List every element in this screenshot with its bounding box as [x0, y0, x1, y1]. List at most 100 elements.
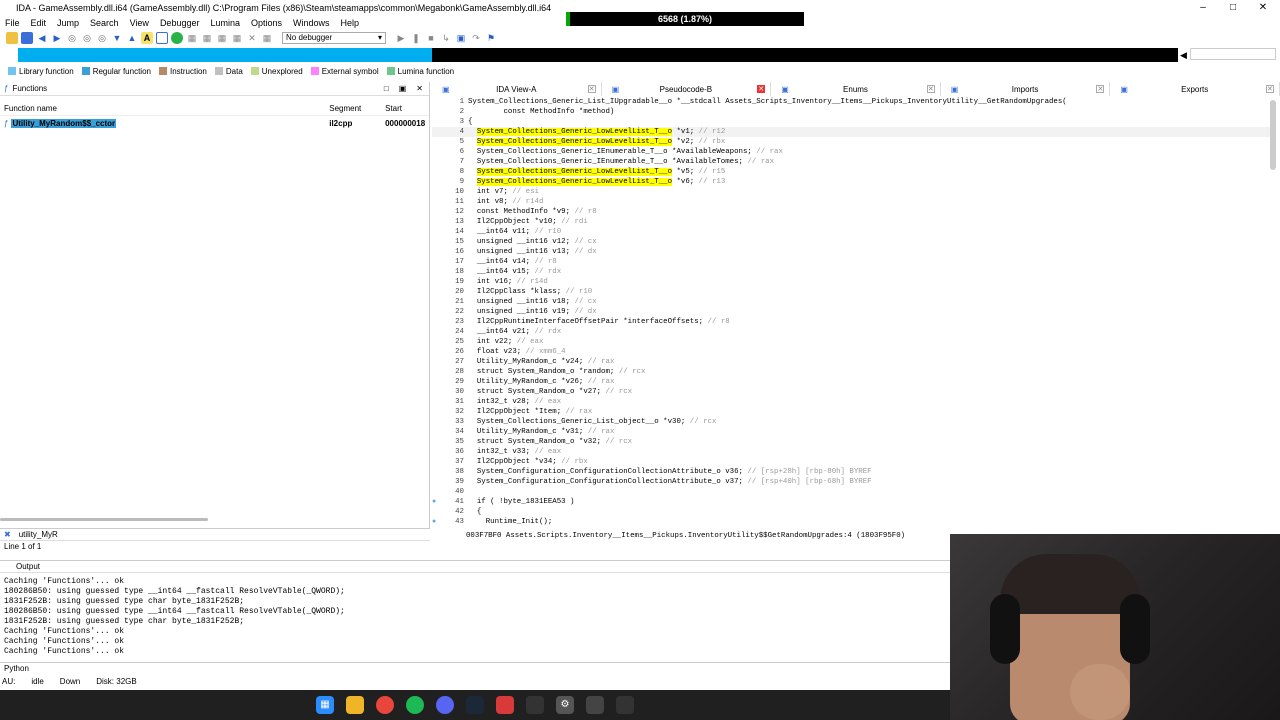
close-button[interactable]: ✕ — [1246, 0, 1280, 16]
enum-icon[interactable]: ▦ — [201, 32, 213, 44]
code-line[interactable]: 42 { — [432, 507, 1272, 517]
code-line[interactable]: 15 unsigned __int16 v12; // cx — [432, 237, 1272, 247]
code-line[interactable]: 25 int v22; // eax — [432, 337, 1272, 347]
highlighted-type[interactable]: System_Collections_Generic_LowLevelList_… — [476, 138, 673, 146]
code-line[interactable]: 16 unsigned __int16 v13; // dx — [432, 247, 1272, 257]
menu-lumina[interactable]: Lumina — [210, 18, 240, 28]
code-line[interactable]: 11 int v8; // r14d — [432, 197, 1272, 207]
code-line[interactable]: 28 struct System_Random_o *random; // rc… — [432, 367, 1272, 377]
code-line[interactable]: 24 __int64 v21; // rdx — [432, 327, 1272, 337]
menu-search[interactable]: Search — [90, 18, 119, 28]
menu-jump[interactable]: Jump — [57, 18, 79, 28]
binoculars-icon[interactable]: ◎ — [66, 32, 78, 44]
discord-icon[interactable] — [436, 696, 454, 714]
panel-float-icon[interactable]: ▣ — [399, 84, 407, 93]
struct-icon[interactable]: ▦ — [186, 32, 198, 44]
menu-help[interactable]: Help — [341, 18, 360, 28]
highlighted-type[interactable]: System_Collections_Generic_LowLevelList_… — [476, 128, 673, 136]
attach-icon[interactable]: ▣ — [455, 32, 467, 44]
minimize-button[interactable]: – — [1186, 0, 1220, 16]
code-line[interactable]: 18 __int64 v15; // rdx — [432, 267, 1272, 277]
code-line[interactable]: 26 float v23; // xmm6_4 — [432, 347, 1272, 357]
col-start[interactable]: Start — [385, 104, 429, 113]
tab-close-icon[interactable]: ✕ — [757, 85, 766, 93]
code-icon[interactable]: ▦ — [216, 32, 228, 44]
maximize-button[interactable]: □ — [1216, 0, 1250, 16]
code-line[interactable]: 2 const MethodInfo *method) — [432, 107, 1272, 117]
code-line[interactable]: 21 unsigned __int16 v18; // cx — [432, 297, 1272, 307]
tab-ida-view-a[interactable]: ▣ IDA View-A ✕ — [432, 82, 602, 96]
menu-view[interactable]: View — [130, 18, 149, 28]
code-line[interactable]: 19 int v16; // r14d — [432, 277, 1272, 287]
nav-select[interactable] — [1190, 48, 1276, 60]
code-line[interactable]: 36 int32_t v33; // eax — [432, 447, 1272, 457]
clear-filter-icon[interactable]: ✖ — [4, 530, 11, 539]
tab-close-icon[interactable]: ✕ — [1096, 85, 1105, 93]
text-icon[interactable]: A — [141, 32, 153, 44]
run-analysis-icon[interactable] — [171, 32, 183, 44]
code-line[interactable]: 12 const MethodInfo *v9; // r8 — [432, 207, 1272, 217]
file-explorer-icon[interactable] — [346, 696, 364, 714]
chrome-icon[interactable] — [376, 696, 394, 714]
panel-restore-icon[interactable]: □ — [384, 84, 389, 93]
back-icon[interactable]: ◀ — [36, 32, 48, 44]
nav-arrow-icon[interactable]: ◀ — [1180, 50, 1187, 61]
code-line[interactable]: 33 System_Collections_Generic_List_objec… — [432, 417, 1272, 427]
menu-debugger[interactable]: Debugger — [160, 18, 200, 28]
tab-pseudocode-b[interactable]: ▣ Pseudocode-B ✕ — [602, 82, 772, 96]
code-line[interactable]: 7 System_Collections_Generic_IEnumerable… — [432, 157, 1272, 167]
menu-edit[interactable]: Edit — [31, 18, 47, 28]
navigation-band[interactable] — [18, 48, 1178, 62]
function-icon[interactable]: ▦ — [261, 32, 273, 44]
code-line[interactable]: 17 __int64 v14; // r8 — [432, 257, 1272, 267]
jump-down-icon[interactable]: ▼ — [111, 32, 123, 44]
code-line[interactable]: 10 int v7; // esi — [432, 187, 1272, 197]
menu-windows[interactable]: Windows — [293, 18, 330, 28]
horizontal-scrollbar[interactable] — [0, 518, 208, 521]
code-line[interactable]: 8 System_Collections_Generic_LowLevelLis… — [432, 167, 1272, 177]
step-over-icon[interactable]: ↷ — [470, 32, 482, 44]
tab-close-icon[interactable]: ✕ — [1265, 85, 1274, 93]
graph-icon[interactable] — [156, 32, 168, 44]
pseudocode-view[interactable]: 1 System_Collections_Generic_List_IUpgrad… — [432, 97, 1272, 527]
code-line[interactable]: 37 Il2CppObject *v34; // rbx — [432, 457, 1272, 467]
jump-up-icon[interactable]: ▲ — [126, 32, 138, 44]
open-icon[interactable] — [6, 32, 18, 44]
search-binary-icon[interactable]: ◎ — [96, 32, 108, 44]
code-line[interactable]: 30 struct System_Random_o *v27; // rcx — [432, 387, 1272, 397]
undefine-icon[interactable]: ✕ — [246, 32, 258, 44]
forward-icon[interactable]: ▶ — [51, 32, 63, 44]
code-line[interactable]: 6 System_Collections_Generic_IEnumerable… — [432, 147, 1272, 157]
play-icon[interactable]: ▶ — [395, 32, 407, 44]
tab-close-icon[interactable]: ✕ — [926, 85, 935, 93]
col-function-name[interactable]: Function name — [0, 104, 329, 113]
tab-enums[interactable]: ▣ Enums ✕ — [771, 82, 941, 96]
code-line[interactable]: 22 unsigned __int16 v19; // dx — [432, 307, 1272, 317]
code-line[interactable]: 20 Il2CppClass *klass; // r10 — [432, 287, 1272, 297]
code-line[interactable]: 1 System_Collections_Generic_List_IUpgrad… — [432, 97, 1272, 107]
highlighted-type[interactable]: System_Collections_Generic_LowLevelList_… — [476, 168, 673, 176]
save-icon[interactable] — [21, 32, 33, 44]
code-line[interactable]: ● 43 Runtime_Init(); — [432, 517, 1272, 527]
code-line[interactable]: 9 System_Collections_Generic_LowLevelLis… — [432, 177, 1272, 187]
code-line[interactable]: 32 Il2CppObject *Item; // rax — [432, 407, 1272, 417]
app-dark-icon[interactable] — [616, 696, 634, 714]
settings-icon[interactable]: ⚙ — [556, 696, 574, 714]
code-line[interactable]: 23 Il2CppRuntimeInterfaceOffsetPair *int… — [432, 317, 1272, 327]
col-segment[interactable]: Segment — [329, 104, 385, 113]
data-icon[interactable]: ▦ — [231, 32, 243, 44]
app-red-icon[interactable] — [496, 696, 514, 714]
code-line[interactable]: 34 Utility_MyRandom_c *v31; // rax — [432, 427, 1272, 437]
python-lang-label[interactable]: Python — [4, 664, 29, 673]
spotify-icon[interactable] — [406, 696, 424, 714]
code-line[interactable]: 29 Utility_MyRandom_c *v26; // rax — [432, 377, 1272, 387]
debugger-select[interactable]: No debugger ▾ — [282, 32, 386, 44]
code-line[interactable]: 14 __int64 v11; // r10 — [432, 227, 1272, 237]
menu-file[interactable]: File — [5, 18, 20, 28]
code-line[interactable]: 38 System_Configuration_ConfigurationCol… — [432, 467, 1272, 477]
stop-icon[interactable]: ■ — [425, 32, 437, 44]
highlighted-type[interactable]: System_Collections_Generic_LowLevelList_… — [476, 178, 673, 186]
windows-start-icon[interactable]: ▦ — [316, 696, 334, 714]
code-line[interactable]: 27 Utility_MyRandom_c *v24; // rax — [432, 357, 1272, 367]
code-line[interactable]: 4 System_Collections_Generic_LowLevelLis… — [432, 127, 1272, 137]
